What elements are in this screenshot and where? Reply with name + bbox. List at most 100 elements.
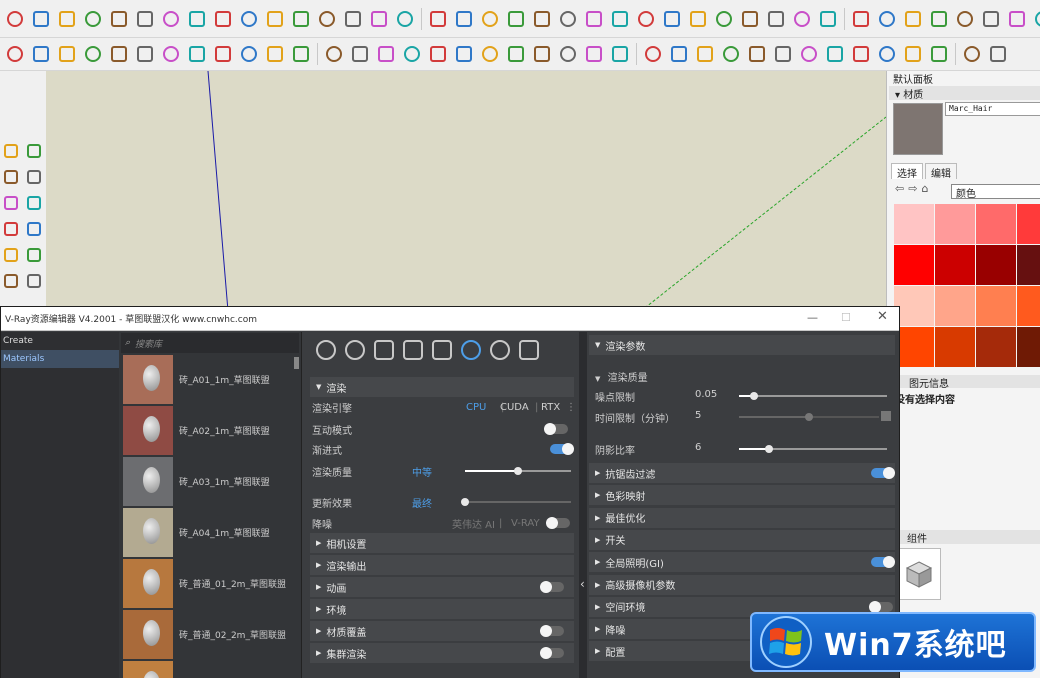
section-header[interactable]: ▶ 材质覆盖 bbox=[310, 621, 574, 641]
frame-buffer-icon[interactable] bbox=[519, 340, 539, 360]
denoise-nvidia-option[interactable]: 英伟达 AI bbox=[452, 516, 495, 531]
section-toggle[interactable] bbox=[871, 467, 895, 479]
select-icon[interactable] bbox=[2, 142, 20, 160]
list-item[interactable]: 砖_A02_1m_草图联盟 bbox=[119, 405, 301, 456]
top-view-icon[interactable] bbox=[740, 8, 761, 29]
component-preview[interactable] bbox=[897, 548, 941, 600]
export-pm-icon[interactable] bbox=[83, 44, 104, 65]
color-swatch[interactable] bbox=[976, 245, 1016, 285]
quality-subheader[interactable]: ▼ 渲染质量 bbox=[595, 369, 648, 384]
rectangle-icon[interactable] bbox=[5, 8, 26, 29]
noise-slider[interactable] bbox=[739, 392, 887, 400]
export-png-icon[interactable] bbox=[57, 44, 78, 65]
interactive-toggle[interactable] bbox=[544, 423, 568, 435]
time-slider-knob[interactable] bbox=[805, 413, 813, 421]
3d-text-icon[interactable] bbox=[454, 8, 475, 29]
download-icon[interactable] bbox=[135, 44, 156, 65]
list-item[interactable]: 砖_A03_1m_草图联盟 bbox=[119, 456, 301, 507]
engine-cuda-option[interactable]: CUDA bbox=[500, 402, 529, 413]
list-scrollbar[interactable] bbox=[294, 357, 299, 369]
sidebar-item-create[interactable]: Create bbox=[1, 332, 119, 350]
tape-icon[interactable] bbox=[161, 8, 182, 29]
progressive-toggle[interactable] bbox=[550, 443, 574, 455]
upload-icon[interactable] bbox=[161, 44, 182, 65]
rectangle-icon[interactable] bbox=[2, 220, 20, 238]
iso-view-icon[interactable] bbox=[714, 8, 735, 29]
model-viewport[interactable] bbox=[46, 71, 886, 311]
section-header[interactable]: ▶ 高级摄像机参数 bbox=[589, 574, 895, 595]
section-header[interactable]: ▶ 渲染输出 bbox=[310, 555, 574, 575]
warning-icon[interactable] bbox=[929, 44, 950, 65]
color-swatch[interactable] bbox=[935, 245, 975, 285]
rect-list-icon[interactable] bbox=[584, 44, 605, 65]
section-header[interactable]: ▶ 全局照明(GI) bbox=[589, 552, 895, 573]
rotate-orange-icon[interactable] bbox=[480, 44, 501, 65]
rotated-rect-icon[interactable] bbox=[25, 220, 43, 238]
cross-blue-icon[interactable] bbox=[825, 44, 846, 65]
cube-blue2-icon[interactable] bbox=[350, 44, 371, 65]
section-toggle[interactable] bbox=[540, 647, 564, 659]
settings-icon[interactable] bbox=[461, 340, 481, 360]
section-header[interactable]: ▶ 相机设置 bbox=[310, 533, 574, 553]
section-header[interactable]: ▶ 开关 bbox=[589, 529, 895, 550]
refresh-orange-icon[interactable] bbox=[962, 44, 983, 65]
paint-icon[interactable] bbox=[2, 168, 20, 186]
section-toggle[interactable] bbox=[869, 600, 893, 613]
back-view-icon[interactable] bbox=[818, 8, 839, 29]
section-header[interactable]: ▶ 动画 bbox=[310, 577, 574, 597]
offset-icon[interactable] bbox=[317, 8, 338, 29]
shadow-slider[interactable] bbox=[739, 445, 887, 453]
axes-icon[interactable] bbox=[369, 8, 390, 29]
list-item[interactable]: 砖_A01_1m_草图联盟 bbox=[119, 354, 301, 405]
back-icon[interactable]: ⇦ bbox=[895, 182, 904, 195]
color-swatch[interactable] bbox=[894, 204, 934, 244]
rotate-icon[interactable] bbox=[213, 8, 234, 29]
color-swatch[interactable] bbox=[976, 327, 1016, 367]
pushpull-icon[interactable] bbox=[265, 8, 286, 29]
zoom-icon[interactable] bbox=[558, 8, 579, 29]
render-elements-icon[interactable] bbox=[432, 340, 452, 360]
circle-icon[interactable] bbox=[2, 246, 20, 264]
flag-icon[interactable] bbox=[610, 44, 631, 65]
section-header[interactable]: ▶ 抗锯齿过滤 bbox=[589, 463, 895, 483]
quality-slider-knob[interactable] bbox=[514, 467, 522, 475]
protractor-icon[interactable] bbox=[343, 8, 364, 29]
list-item[interactable] bbox=[119, 660, 301, 678]
pencil-icon[interactable] bbox=[109, 44, 130, 65]
shaded-icon[interactable] bbox=[955, 8, 976, 29]
arc-icon[interactable] bbox=[57, 8, 78, 29]
update-slider-knob[interactable] bbox=[461, 498, 469, 506]
scale-icon[interactable] bbox=[239, 8, 260, 29]
new-folder-icon[interactable] bbox=[31, 44, 52, 65]
front-view-icon[interactable] bbox=[766, 8, 787, 29]
collapse-panel-icon[interactable]: ‹ bbox=[580, 577, 585, 591]
section-toggle[interactable] bbox=[540, 581, 564, 593]
shadow-value[interactable]: 6 bbox=[695, 442, 701, 453]
sidebar-item-materials[interactable]: Materials bbox=[1, 350, 119, 368]
time-value[interactable]: 5 bbox=[695, 410, 701, 421]
add-text-icon[interactable] bbox=[291, 44, 312, 65]
freehand-icon[interactable] bbox=[25, 194, 43, 212]
home-icon[interactable]: ⌂ bbox=[921, 182, 928, 195]
arc-icon[interactable] bbox=[2, 272, 20, 290]
close-icon[interactable]: ✕ bbox=[877, 309, 888, 324]
move-icon[interactable] bbox=[187, 8, 208, 29]
update-slider[interactable] bbox=[461, 498, 571, 506]
noise-value[interactable]: 0.05 bbox=[695, 389, 717, 400]
hidden-line-icon[interactable] bbox=[929, 8, 950, 29]
render-icon[interactable] bbox=[506, 44, 527, 65]
section-icon[interactable] bbox=[480, 8, 501, 29]
color-swatch[interactable] bbox=[894, 327, 934, 367]
minimize-icon[interactable]: — bbox=[807, 311, 818, 324]
list-item[interactable]: 砖_A04_1m_草图联盟 bbox=[119, 507, 301, 558]
line-icon[interactable] bbox=[2, 194, 20, 212]
material-ball-icon[interactable] bbox=[316, 340, 336, 360]
teapot-icon[interactable] bbox=[490, 340, 510, 360]
denoise-toggle[interactable] bbox=[546, 517, 570, 529]
document-icon[interactable] bbox=[213, 44, 234, 65]
position-camera-icon[interactable] bbox=[688, 8, 709, 29]
section-toggle[interactable] bbox=[871, 556, 895, 569]
color-swatch[interactable] bbox=[935, 204, 975, 244]
brush-icon[interactable] bbox=[532, 44, 553, 65]
library-search[interactable]: ⌕ 搜索库 bbox=[121, 333, 299, 353]
